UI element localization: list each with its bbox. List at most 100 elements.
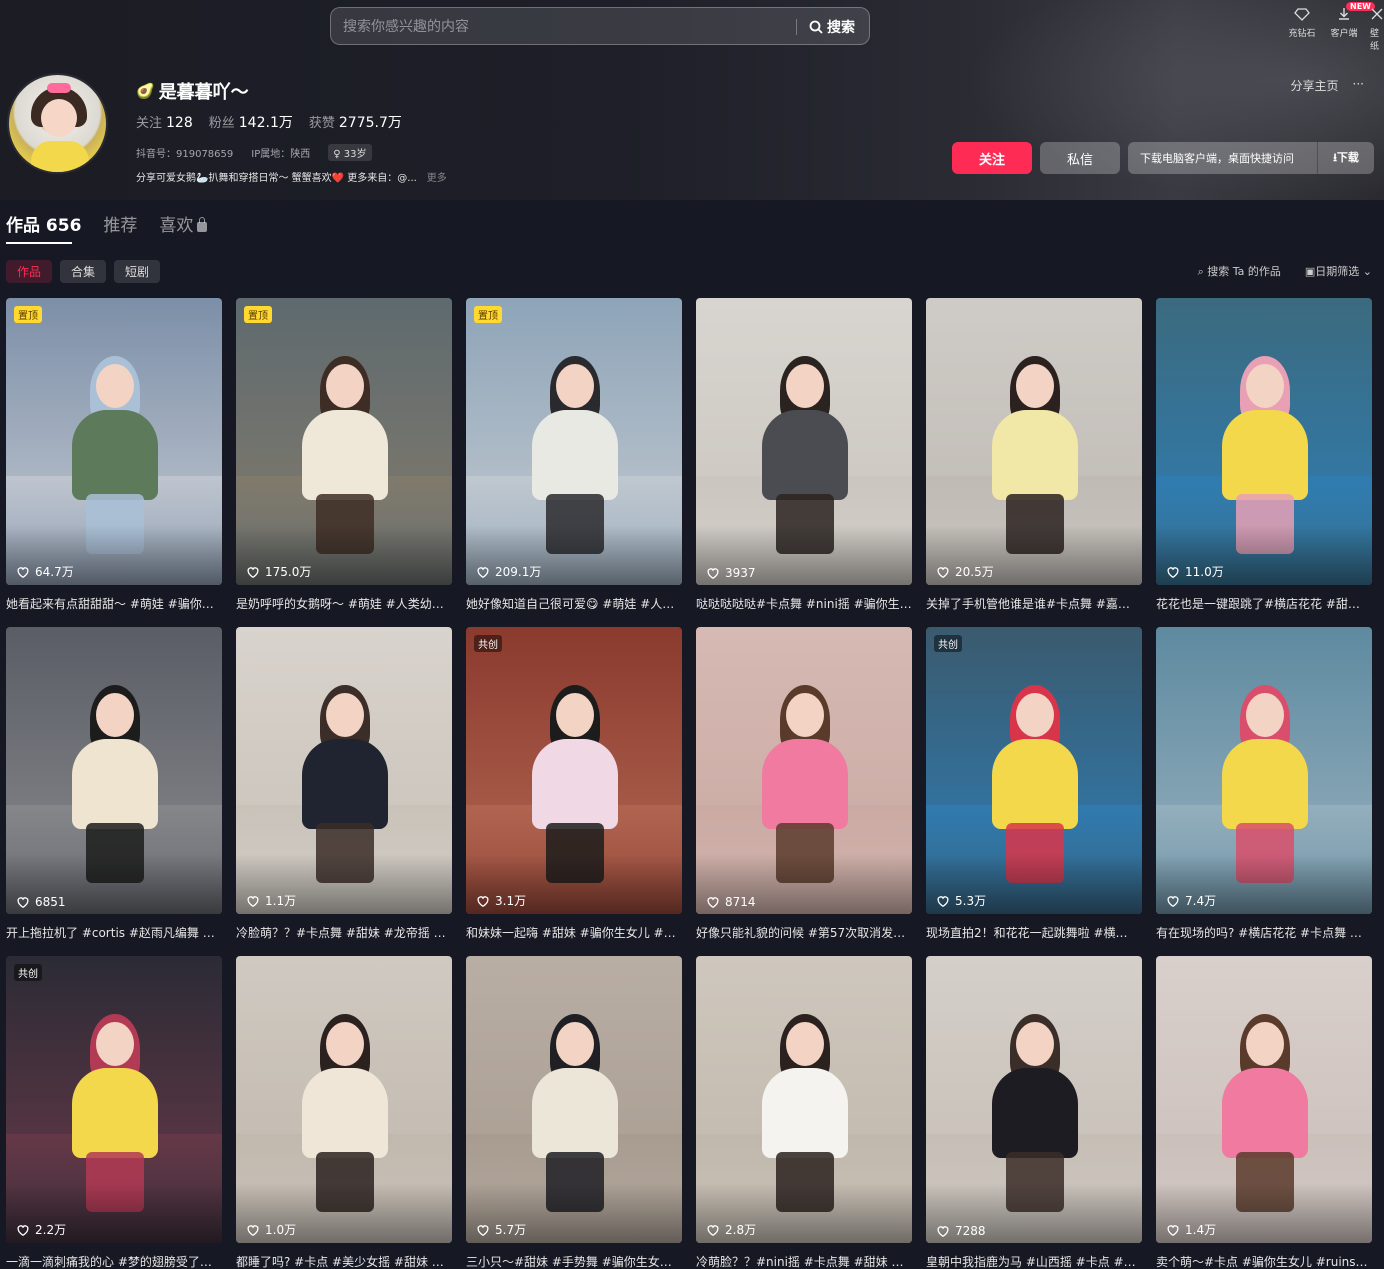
video-thumbnail[interactable]: 20.5万 [926,298,1142,585]
video-card[interactable]: 6851 开上拖拉机了 #cortis #赵雨凡编舞 #… [6,627,222,940]
video-caption[interactable]: 关掉了手机管他谁是谁#卡点舞 #嘉… [926,595,1142,612]
video-card[interactable]: 置顶 64.7万 她看起来有点甜甜甜～ #萌娃 #骗你… [6,298,222,611]
video-card[interactable]: 共创 5.3万 现场直拍2！和花花一起跳舞啦 #横… [926,627,1142,940]
video-card[interactable]: 置顶 175.0万 是奶呼呼的女鹅呀～ #萌娃 #人类幼… [236,298,452,611]
subtab-short-dramas[interactable]: 短剧 [114,260,161,283]
video-card[interactable]: 20.5万 关掉了手机管他谁是谁#卡点舞 #嘉… [926,298,1142,611]
video-card[interactable]: 11.0万 花花也是一键跟跳了#横店花花 #甜… [1156,298,1372,611]
follow-button[interactable]: 关注 [952,142,1032,174]
bio-more-link[interactable]: 更多 [427,173,447,184]
profile-meta: 抖音号：919078659 IP属地：陕西 ♀ 33岁 [136,144,447,161]
message-button[interactable]: 私信 [1040,142,1120,174]
video-card[interactable]: 3937 哒哒哒哒哒#卡点舞 #nini摇 #骗你生… [696,298,912,611]
like-count-text: 3.1万 [495,894,527,908]
video-card[interactable]: 5.7万 三小只～#甜妹 #手势舞 #骗你生女… [466,956,682,1269]
heart-icon [477,1224,489,1236]
video-thumbnail[interactable]: 8714 [696,627,912,914]
video-thumbnail[interactable]: 置顶 64.7万 [6,298,222,585]
video-caption[interactable]: 三小只～#甜妹 #手势舞 #骗你生女… [466,1253,682,1269]
search-divider [796,19,797,35]
video-thumbnail[interactable]: 7288 [926,956,1142,1243]
video-thumbnail[interactable]: 5.7万 [466,956,682,1243]
video-caption[interactable]: 她看起来有点甜甜甜～ #萌娃 #骗你… [6,595,222,612]
video-caption[interactable]: 一滴一滴刺痛我的心 #梦的翅膀受了… [6,1253,222,1269]
video-caption[interactable]: 冷萌脸？？#nini摇 #卡点舞 #甜妹 #… [696,1253,912,1269]
video-caption[interactable]: 现场直拍2！和花花一起跳舞啦 #横… [926,924,1142,941]
heart-icon [937,566,949,578]
heart-icon [247,895,259,907]
video-card[interactable]: 1.0万 都睡了吗? #卡点 #美少女摇 #甜妹 #… [236,956,452,1269]
video-caption[interactable]: 开上拖拉机了 #cortis #赵雨凡编舞 #… [6,924,222,941]
video-thumbnail[interactable]: 置顶 209.1万 [466,298,682,585]
profile-stats: 关注 128 粉丝 142.1万 获赞 2775.7万 [136,112,447,132]
video-caption[interactable]: 花花也是一键跟跳了#横店花花 #甜… [1156,595,1372,612]
video-caption[interactable]: 哒哒哒哒哒#卡点舞 #nini摇 #骗你生… [696,595,912,612]
video-thumbnail[interactable]: 1.0万 [236,956,452,1243]
video-thumbnail[interactable]: 共创 3.1万 [466,627,682,914]
tab-works[interactable]: 作品 656 [6,211,81,244]
like-count: 3.1万 [476,892,526,909]
works-tools: ⌕ 搜索 Ta 的作品 ▣日期筛选 ⌄ [1198,263,1372,279]
video-caption[interactable]: 冷脸萌？？#卡点舞 #甜妹 #龙帝摇 #… [236,924,452,941]
heart-icon [247,566,259,578]
video-card[interactable]: 2.8万 冷萌脸？？#nini摇 #卡点舞 #甜妹 #… [696,956,912,1269]
video-card[interactable]: 1.4万 卖个萌～#卡点 #骗你生女儿 #ruins… [1156,956,1372,1269]
video-caption[interactable]: 皇朝中我指鹿为马 #山西摇 #卡点 #… [926,1253,1142,1269]
video-caption[interactable]: 她好像知道自己很可爱😋 #萌娃 #人… [466,595,682,612]
video-card[interactable]: 置顶 209.1万 她好像知道自己很可爱😋 #萌娃 #人… [466,298,682,611]
video-caption[interactable]: 都睡了吗? #卡点 #美少女摇 #甜妹 #… [236,1253,452,1269]
like-count: 2.8万 [706,1221,756,1238]
like-count: 3937 [706,566,756,580]
video-thumbnail[interactable]: 共创 2.2万 [6,956,222,1243]
video-grid: 置顶 64.7万 她看起来有点甜甜甜～ #萌娃 #骗你… 置顶 175.0万 是… [6,298,1374,1269]
download-client-banner[interactable]: 下载电脑客户端，桌面快捷访问 ⭳下载 [1128,142,1374,174]
video-thumbnail[interactable]: 置顶 175.0万 [236,298,452,585]
share-profile-button[interactable]: 分享主页 [1291,77,1339,94]
video-caption[interactable]: 和妹妹一起嗨 #甜妹 #骗你生女儿 #… [466,924,682,941]
date-filter-button[interactable]: ▣日期筛选 ⌄ [1305,263,1372,279]
video-thumbnail[interactable]: 11.0万 [1156,298,1372,585]
tab-likes[interactable]: 喜欢 [159,211,208,236]
fans-stat[interactable]: 粉丝 142.1万 [209,112,293,132]
video-thumbnail[interactable]: 7.4万 [1156,627,1372,914]
subtab-collections[interactable]: 合集 [60,260,107,283]
search-input[interactable] [343,16,783,38]
wallpaper-button[interactable]: 壁纸 [1370,6,1384,52]
search-works-button[interactable]: ⌕ 搜索 Ta 的作品 [1198,263,1281,279]
video-caption[interactable]: 是奶呼呼的女鹅呀～ #萌娃 #人类幼… [236,595,452,612]
video-thumbnail[interactable]: 1.4万 [1156,956,1372,1243]
video-card[interactable]: 共创 2.2万 一滴一滴刺痛我的心 #梦的翅膀受了… [6,956,222,1269]
video-card[interactable]: 共创 3.1万 和妹妹一起嗨 #甜妹 #骗你生女儿 #… [466,627,682,940]
video-thumbnail[interactable]: 1.1万 [236,627,452,914]
recharge-button[interactable]: 充钻石 [1286,6,1318,52]
avatar[interactable] [7,73,108,174]
tab-recommend[interactable]: 推荐 [103,211,137,236]
client-download-button[interactable]: NEW 客户端 [1328,2,1375,52]
calendar-icon: ▣ [1304,265,1316,278]
heart-icon [707,568,719,580]
video-thumbnail[interactable]: 2.8万 [696,956,912,1243]
video-caption[interactable]: 卖个萌～#卡点 #骗你生女儿 #ruins… [1156,1253,1372,1269]
video-card[interactable]: 7288 皇朝中我指鹿为马 #山西摇 #卡点 #… [926,956,1142,1269]
like-count: 11.0万 [1166,563,1224,580]
like-count-text: 7.4万 [1185,894,1217,908]
video-thumbnail[interactable]: 共创 5.3万 [926,627,1142,914]
like-count-text: 7288 [955,1224,986,1238]
subtab-works[interactable]: 作品 [6,260,53,283]
works-subtabs: 作品 合集 短剧 [6,260,161,283]
following-stat[interactable]: 关注 128 [136,112,193,132]
video-caption[interactable]: 有在现场的吗? #横店花花 #卡点舞 … [1156,924,1372,941]
pinned-badge: 置顶 [474,306,502,323]
video-card[interactable]: 7.4万 有在现场的吗? #横店花花 #卡点舞 … [1156,627,1372,940]
video-card[interactable]: 8714 好像只能礼貌的问候 #第57次取消发… [696,627,912,940]
like-count: 2.2万 [16,1221,66,1238]
heart-icon [707,1224,719,1236]
video-caption[interactable]: 好像只能礼貌的问候 #第57次取消发… [696,924,912,941]
download-button[interactable]: ⭳下载 [1318,149,1374,168]
video-thumbnail[interactable]: 6851 [6,627,222,914]
more-options-icon[interactable]: ··· [1353,77,1364,94]
search-icon [809,20,823,34]
video-card[interactable]: 1.1万 冷脸萌？？#卡点舞 #甜妹 #龙帝摇 #… [236,627,452,940]
search-button[interactable]: 搜索 [809,16,855,38]
video-thumbnail[interactable]: 3937 [696,298,912,585]
